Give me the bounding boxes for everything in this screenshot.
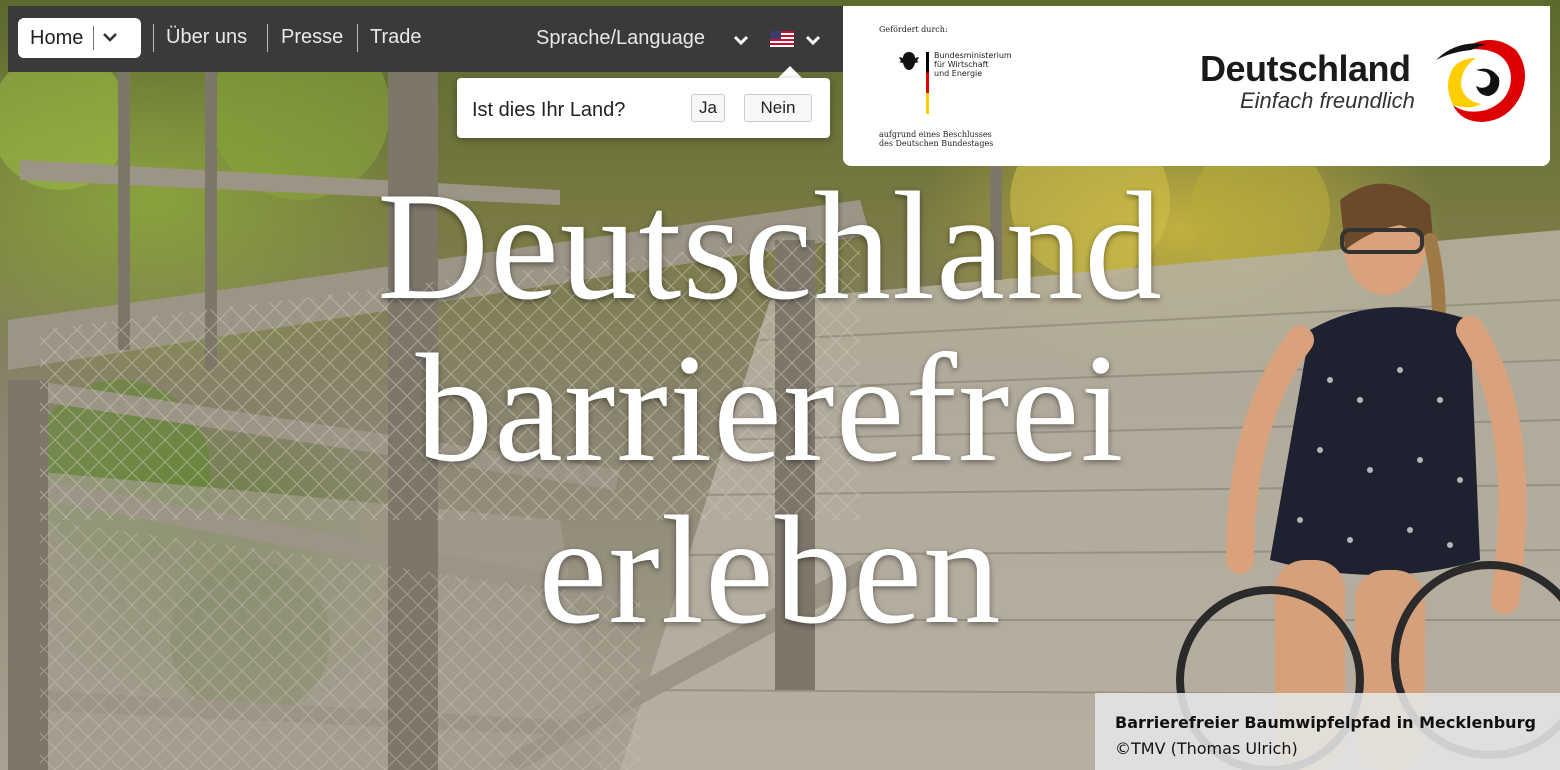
- language-selector[interactable]: Sprache/Language: [536, 27, 705, 50]
- german-flag-bar: [926, 52, 929, 114]
- us-flag-icon[interactable]: [770, 31, 794, 47]
- ministry-name: Bundesministerium für Wirtschaft und Ene…: [934, 51, 1012, 78]
- yes-button[interactable]: Ja: [691, 94, 725, 122]
- ministry-line: für Wirtschaft: [934, 60, 989, 69]
- federal-eagle-icon: [898, 50, 920, 72]
- nav-divider: [357, 24, 358, 52]
- chevron-down-icon[interactable]: [102, 30, 118, 46]
- brand-subtitle: Einfach freundlich: [1240, 88, 1415, 113]
- caption-title: Barrierefreier Baumwipfelpfad in Mecklen…: [1115, 713, 1536, 732]
- no-button[interactable]: Nein: [744, 94, 812, 122]
- popup-arrow: [778, 66, 802, 78]
- country-question: Ist dies Ihr Land?: [472, 99, 626, 121]
- headline-line-1: Deutschland: [377, 160, 1163, 332]
- funding-label: Gefördert durch:: [879, 25, 948, 34]
- home-divider: [93, 26, 95, 50]
- resolution-line: des Deutschen Bundestages: [879, 139, 994, 148]
- brand-title: Deutschland: [1200, 48, 1411, 89]
- nav-divider: [267, 24, 268, 52]
- nav-divider: [153, 24, 154, 52]
- resolution-line: aufgrund eines Beschlusses: [879, 130, 992, 139]
- ministry-line: und Energie: [934, 69, 983, 78]
- headline-line-2: barrierefrei: [415, 322, 1125, 494]
- home-dropdown-button[interactable]: Home: [18, 18, 141, 58]
- nav-link-presse[interactable]: Presse: [281, 26, 343, 49]
- ministry-line: Bundesministerium: [934, 51, 1012, 60]
- hero-headline: Deutschland barrierefrei erleben: [290, 165, 1250, 651]
- headline-line-3: erleben: [538, 484, 1002, 656]
- country-chevron-down-icon[interactable]: [805, 31, 821, 50]
- bundestag-resolution-note: aufgrund eines Beschlusses des Deutschen…: [879, 130, 993, 148]
- nav-link-ueber-uns[interactable]: Über uns: [166, 26, 247, 49]
- deutschland-swirl-logo-icon[interactable]: [1431, 30, 1533, 132]
- country-confirm-popup: Ist dies Ihr Land? Ja Nein: [457, 78, 830, 138]
- sponsor-banner: Gefördert durch: Bundesministerium für W…: [843, 6, 1550, 166]
- nav-link-trade[interactable]: Trade: [370, 26, 422, 49]
- language-chevron-down-icon[interactable]: [733, 31, 749, 50]
- caption-credit: ©TMV (Thomas Ulrich): [1115, 739, 1298, 758]
- photo-caption: Barrierefreier Baumwipfelpfad in Mecklen…: [1095, 693, 1560, 770]
- home-label: Home: [30, 26, 84, 49]
